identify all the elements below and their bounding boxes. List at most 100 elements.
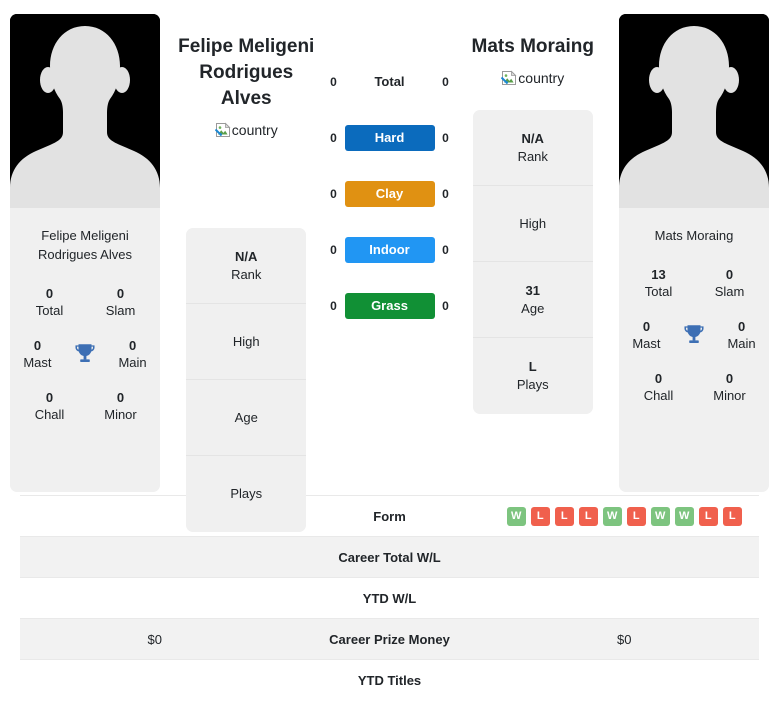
- surface-row-hard: 0 Hard 0: [323, 124, 457, 152]
- surface-row-clay: 0 Clay 0: [323, 180, 457, 208]
- ytd-wl-label: YTD W/L: [362, 590, 417, 606]
- left-info-rank-value: N/A: [235, 248, 258, 264]
- left-stat-chall: 0 Chall: [14, 380, 85, 432]
- trophy-icon: [75, 344, 95, 363]
- surface-hard-right-value: 0: [442, 131, 449, 145]
- left-player-info-column: Felipe Meligeni Rodrigues Alves country …: [170, 14, 323, 532]
- left-stat-slam: 0 Slam: [85, 276, 156, 328]
- surface-clay-left-value: 0: [330, 187, 337, 201]
- career-total-wl-label: Career Total W/L: [338, 549, 441, 565]
- table-row-ytd-wl: YTD W/L: [20, 577, 759, 618]
- form-badges-strip: WLLLWLWWLL: [506, 506, 742, 526]
- left-info-age: Age: [186, 380, 307, 456]
- right-stat-main: 0 Main: [718, 309, 765, 361]
- right-info-age-value: 31: [525, 282, 540, 298]
- right-info-plays-label: Plays: [516, 377, 549, 392]
- left-info-age-label: Age: [234, 409, 258, 425]
- right-titles-grid: 13 Total 0 Slam 0 Mast 0 Main 0 Chall 0 …: [619, 251, 769, 427]
- left-info-rank: N/A Rank: [186, 228, 307, 304]
- form-badge-6: W: [650, 506, 670, 526]
- right-player-card[interactable]: Mats Moraing 13 Total 0 Slam 0 Mast 0 Ma…: [619, 14, 769, 492]
- left-stat-minor-label: Minor: [104, 407, 137, 422]
- right-stat-chall-value: 0: [654, 371, 663, 386]
- left-stat-main: 0 Main: [109, 328, 156, 380]
- right-stat-slam: 0 Slam: [694, 257, 765, 309]
- surface-total-label: Total: [374, 74, 405, 89]
- right-stat-mast-label: Mast: [632, 336, 661, 351]
- surface-indoor-left-value: 0: [330, 243, 337, 257]
- right-stat-total-label: Total: [644, 284, 673, 299]
- left-titles-grid: 0 Total 0 Slam 0 Mast 0 Main 0 Chall 0 M…: [10, 270, 160, 446]
- form-badge-2: L: [554, 506, 574, 526]
- surface-indoor-right-value: 0: [442, 243, 449, 257]
- left-info-high-label: High: [232, 333, 260, 349]
- left-info-plays: Plays: [186, 456, 306, 532]
- right-player-avatar: [619, 14, 769, 215]
- ytd-titles-label: YTD Titles: [357, 672, 422, 688]
- right-info-rank: N/A Rank: [472, 110, 593, 186]
- surface-comparison: 0 Total 0 0 Hard 0 0 Clay 0 0 Indoor 0 0…: [323, 14, 457, 348]
- surface-indoor-label: Indoor: [344, 237, 435, 263]
- right-stat-total: 13 Total: [623, 257, 694, 309]
- right-info-high: High: [472, 186, 593, 262]
- avatar-silhouette-icon: [619, 14, 769, 215]
- left-card-name-line1: Felipe Meligeni: [41, 228, 129, 243]
- surface-clay-label: Clay: [344, 181, 435, 207]
- surface-row-indoor: 0 Indoor 0: [323, 236, 457, 264]
- right-card-player-name: Mats Moraing: [619, 215, 769, 251]
- form-badge-1: L: [530, 506, 550, 526]
- form-badge-0: W: [506, 506, 526, 526]
- right-info-age-label: Age: [521, 300, 545, 316]
- right-info-panel: N/A Rank High 31 Age L Plays: [472, 110, 593, 414]
- right-player-name: Mats Moraing: [466, 34, 600, 60]
- right-country-flag: country: [501, 68, 564, 88]
- left-country-flag: country: [214, 120, 278, 140]
- right-info-plays: L Plays: [473, 338, 593, 414]
- surface-hard-left-value: 0: [330, 131, 337, 145]
- left-stat-mast: 0 Mast: [14, 328, 61, 380]
- right-stat-minor: 0 Minor: [694, 361, 765, 413]
- broken-image-icon: [501, 70, 517, 85]
- right-stat-mast-value: 0: [642, 319, 651, 334]
- career-prize-money-right: $0: [617, 631, 632, 647]
- right-player-info-column: Mats Moraing country N/A Rank High 31 Ag…: [457, 14, 610, 414]
- left-player-avatar: [10, 14, 160, 215]
- left-stat-chall-value: 0: [45, 390, 54, 405]
- left-player-card[interactable]: Felipe Meligeni Rodrigues Alves 0 Total …: [10, 14, 160, 492]
- left-trophy-wrap: [61, 341, 109, 367]
- left-info-plays-label: Plays: [230, 486, 263, 501]
- left-stat-total-value: 0: [45, 286, 54, 301]
- form-badge-8: L: [698, 506, 718, 526]
- right-card-name-line1: Mats Moraing: [654, 228, 734, 243]
- left-stat-total: 0 Total: [14, 276, 85, 328]
- form-badge-5: L: [626, 506, 646, 526]
- form-badge-3: L: [578, 506, 598, 526]
- left-player-name: Felipe Meligeni Rodrigues Alves: [170, 34, 323, 112]
- form-row-label: Form: [373, 508, 406, 524]
- surface-clay-right-value: 0: [442, 187, 449, 201]
- left-player-name-line1: Felipe Meligeni: [178, 36, 315, 57]
- left-player-name-line2: Rodrigues Alves: [199, 62, 294, 109]
- left-info-high: High: [186, 304, 307, 380]
- left-stat-chall-label: Chall: [34, 407, 65, 422]
- left-stat-minor: 0 Minor: [85, 380, 156, 432]
- surface-hard-label: Hard: [344, 125, 435, 151]
- right-stat-total-value: 13: [651, 267, 666, 282]
- left-stat-main-label: Main: [118, 355, 147, 370]
- right-player-name-line1: Mats Moraing: [471, 36, 594, 57]
- right-stat-chall-label: Chall: [643, 388, 674, 403]
- form-badge-4: W: [602, 506, 622, 526]
- right-stat-main-value: 0: [737, 319, 746, 334]
- right-info-age: 31 Age: [472, 262, 593, 338]
- comparison-table: Form WLLLWLWWLL Career Total W/L YTD W/L…: [0, 495, 779, 700]
- surface-total-left-value: 0: [330, 75, 337, 89]
- left-stat-main-value: 0: [128, 338, 137, 353]
- left-card-player-name: Felipe Meligeni Rodrigues Alves: [10, 215, 160, 270]
- table-row-form: Form WLLLWLWWLL: [20, 495, 759, 536]
- right-info-plays-value: L: [528, 359, 537, 374]
- surface-grass-right-value: 0: [442, 299, 449, 313]
- left-stat-mast-label: Mast: [23, 355, 52, 370]
- table-row-ytd-titles: YTD Titles: [20, 659, 759, 700]
- table-row-career-total-wl: Career Total W/L: [20, 536, 759, 577]
- left-country-alt-text: country: [231, 122, 278, 138]
